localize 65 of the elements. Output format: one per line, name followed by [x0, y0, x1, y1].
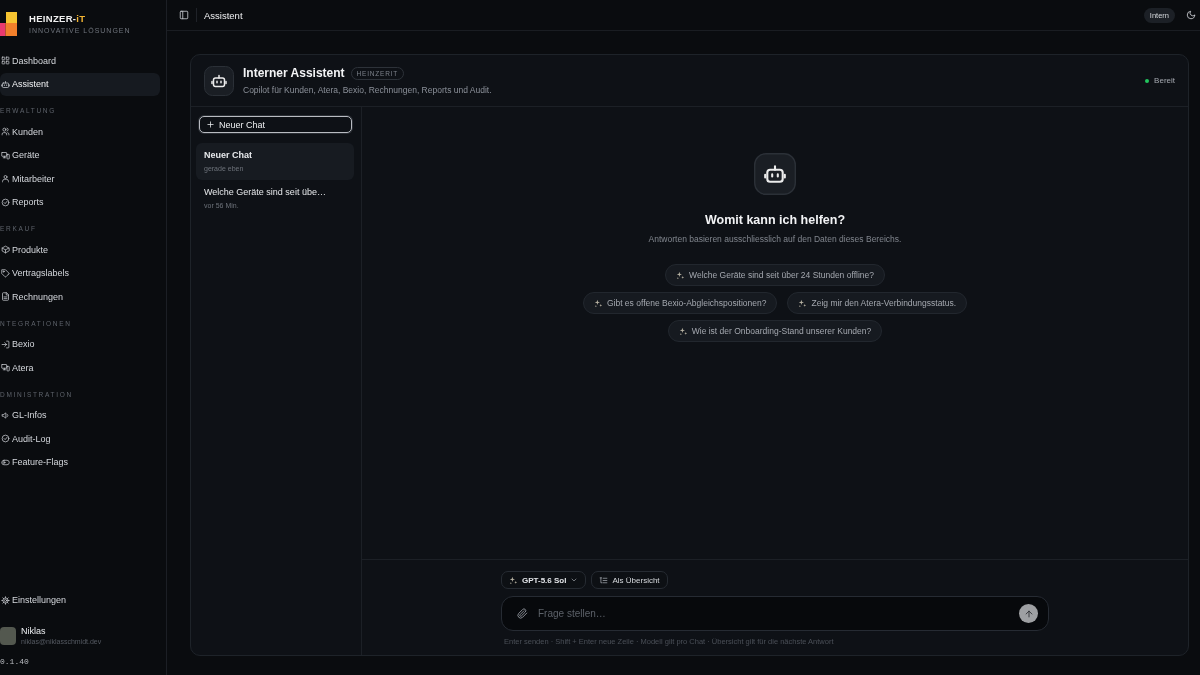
robot-icon: [754, 153, 796, 195]
nav-item[interactable]: Reports: [0, 190, 160, 214]
nav-item[interactable]: Vertragslabels: [0, 261, 160, 285]
plus-icon: [206, 120, 215, 129]
new-chat-button[interactable]: Neuer Chat: [199, 116, 352, 133]
toggle-icon: [1, 457, 10, 467]
users-icon: [1, 127, 10, 137]
suggestion-chip[interactable]: Gibt es offene Bexio-Abgleichspositionen?: [582, 292, 778, 314]
nav-item[interactable]: Bexio: [0, 332, 160, 356]
nav-item[interactable]: Audit-Log: [0, 427, 160, 451]
devices-icon: [1, 363, 10, 373]
question-field[interactable]: Frage stellen…: [501, 596, 1049, 631]
nav-item[interactable]: GL-Infos: [0, 403, 160, 427]
arrow-icon: [1, 339, 10, 349]
nav-item[interactable]: Rechnungen: [0, 285, 160, 309]
box-icon: [1, 245, 10, 255]
assistant-title: Interner Assistent: [243, 66, 345, 80]
version-text: 0.1.40: [0, 657, 30, 666]
send-button[interactable]: [1019, 604, 1038, 623]
nav-item[interactable]: Mitarbeiter: [0, 167, 160, 191]
logo-icon: [0, 12, 17, 36]
nav-item[interactable]: Geräte: [0, 143, 160, 167]
arrow-up-icon: [1023, 608, 1034, 619]
nav-item[interactable]: Dashboard: [0, 49, 160, 73]
robot-icon: [204, 65, 234, 96]
grid-icon: [1, 56, 10, 66]
sparkle-icon: [678, 326, 688, 336]
empty-heading: Womit kann ich helfen?: [704, 213, 846, 228]
page-title: Assistent: [204, 9, 243, 21]
suggestion-chip[interactable]: Zeig mir den Atera-Verbindungsstatus.: [787, 292, 968, 314]
speaker-icon: [1, 410, 10, 420]
question-input[interactable]: Frage stellen…: [538, 597, 1009, 630]
nav-item[interactable]: Produkte: [0, 238, 160, 262]
nav-item[interactable]: Atera: [0, 356, 160, 380]
panel-icon[interactable]: [179, 10, 189, 20]
user-icon: [1, 174, 10, 184]
sparkle-icon: [593, 298, 603, 308]
avatar-placeholder: [0, 627, 16, 645]
model-select[interactable]: GPT-5.6 Sol: [501, 571, 587, 589]
nav-item[interactable]: Einstellungen: [0, 588, 160, 612]
settings-icon: [1, 595, 10, 605]
nav-item[interactable]: Feature-Flags: [0, 450, 160, 474]
tag-icon: [1, 268, 10, 278]
nav-item[interactable]: Kunden: [0, 120, 160, 144]
suggestion-chip[interactable]: Wie ist der Onboarding-Stand unserer Kunden?: [667, 320, 883, 342]
user-name: Niklas: [21, 626, 47, 636]
nav-item[interactable]: Assistent: [0, 72, 160, 96]
suggestion-chip[interactable]: Welche Geräte sind seit über 24 Stunden offline?: [665, 264, 885, 286]
sparkle-icon: [509, 575, 518, 585]
document-icon: [1, 292, 10, 302]
view-toggle-button[interactable]: Als Übersicht: [591, 571, 668, 589]
logo-text: HEINZER-iT: [29, 13, 87, 24]
caret-icon: [570, 576, 579, 584]
status-label: Bereit: [1154, 76, 1175, 85]
devices-icon: [1, 150, 10, 160]
sparkle-icon: [676, 270, 686, 280]
paperclip-icon[interactable]: [517, 608, 528, 619]
moon-icon[interactable]: [1186, 10, 1196, 20]
check-circle-icon: [1, 197, 10, 207]
list-icon: [599, 575, 609, 585]
check-circle-icon: [1, 434, 10, 444]
sparkle-icon: [798, 298, 808, 308]
robot-icon: [1, 79, 10, 89]
empty-subtitle: Antworten basieren ausschliesslich auf den Daten dieses Bereichs.: [648, 234, 902, 244]
assistant-subtitle: Copilot für Kunden, Atera, Bexio, Rechnungen, Reports und Audit.: [243, 85, 492, 95]
